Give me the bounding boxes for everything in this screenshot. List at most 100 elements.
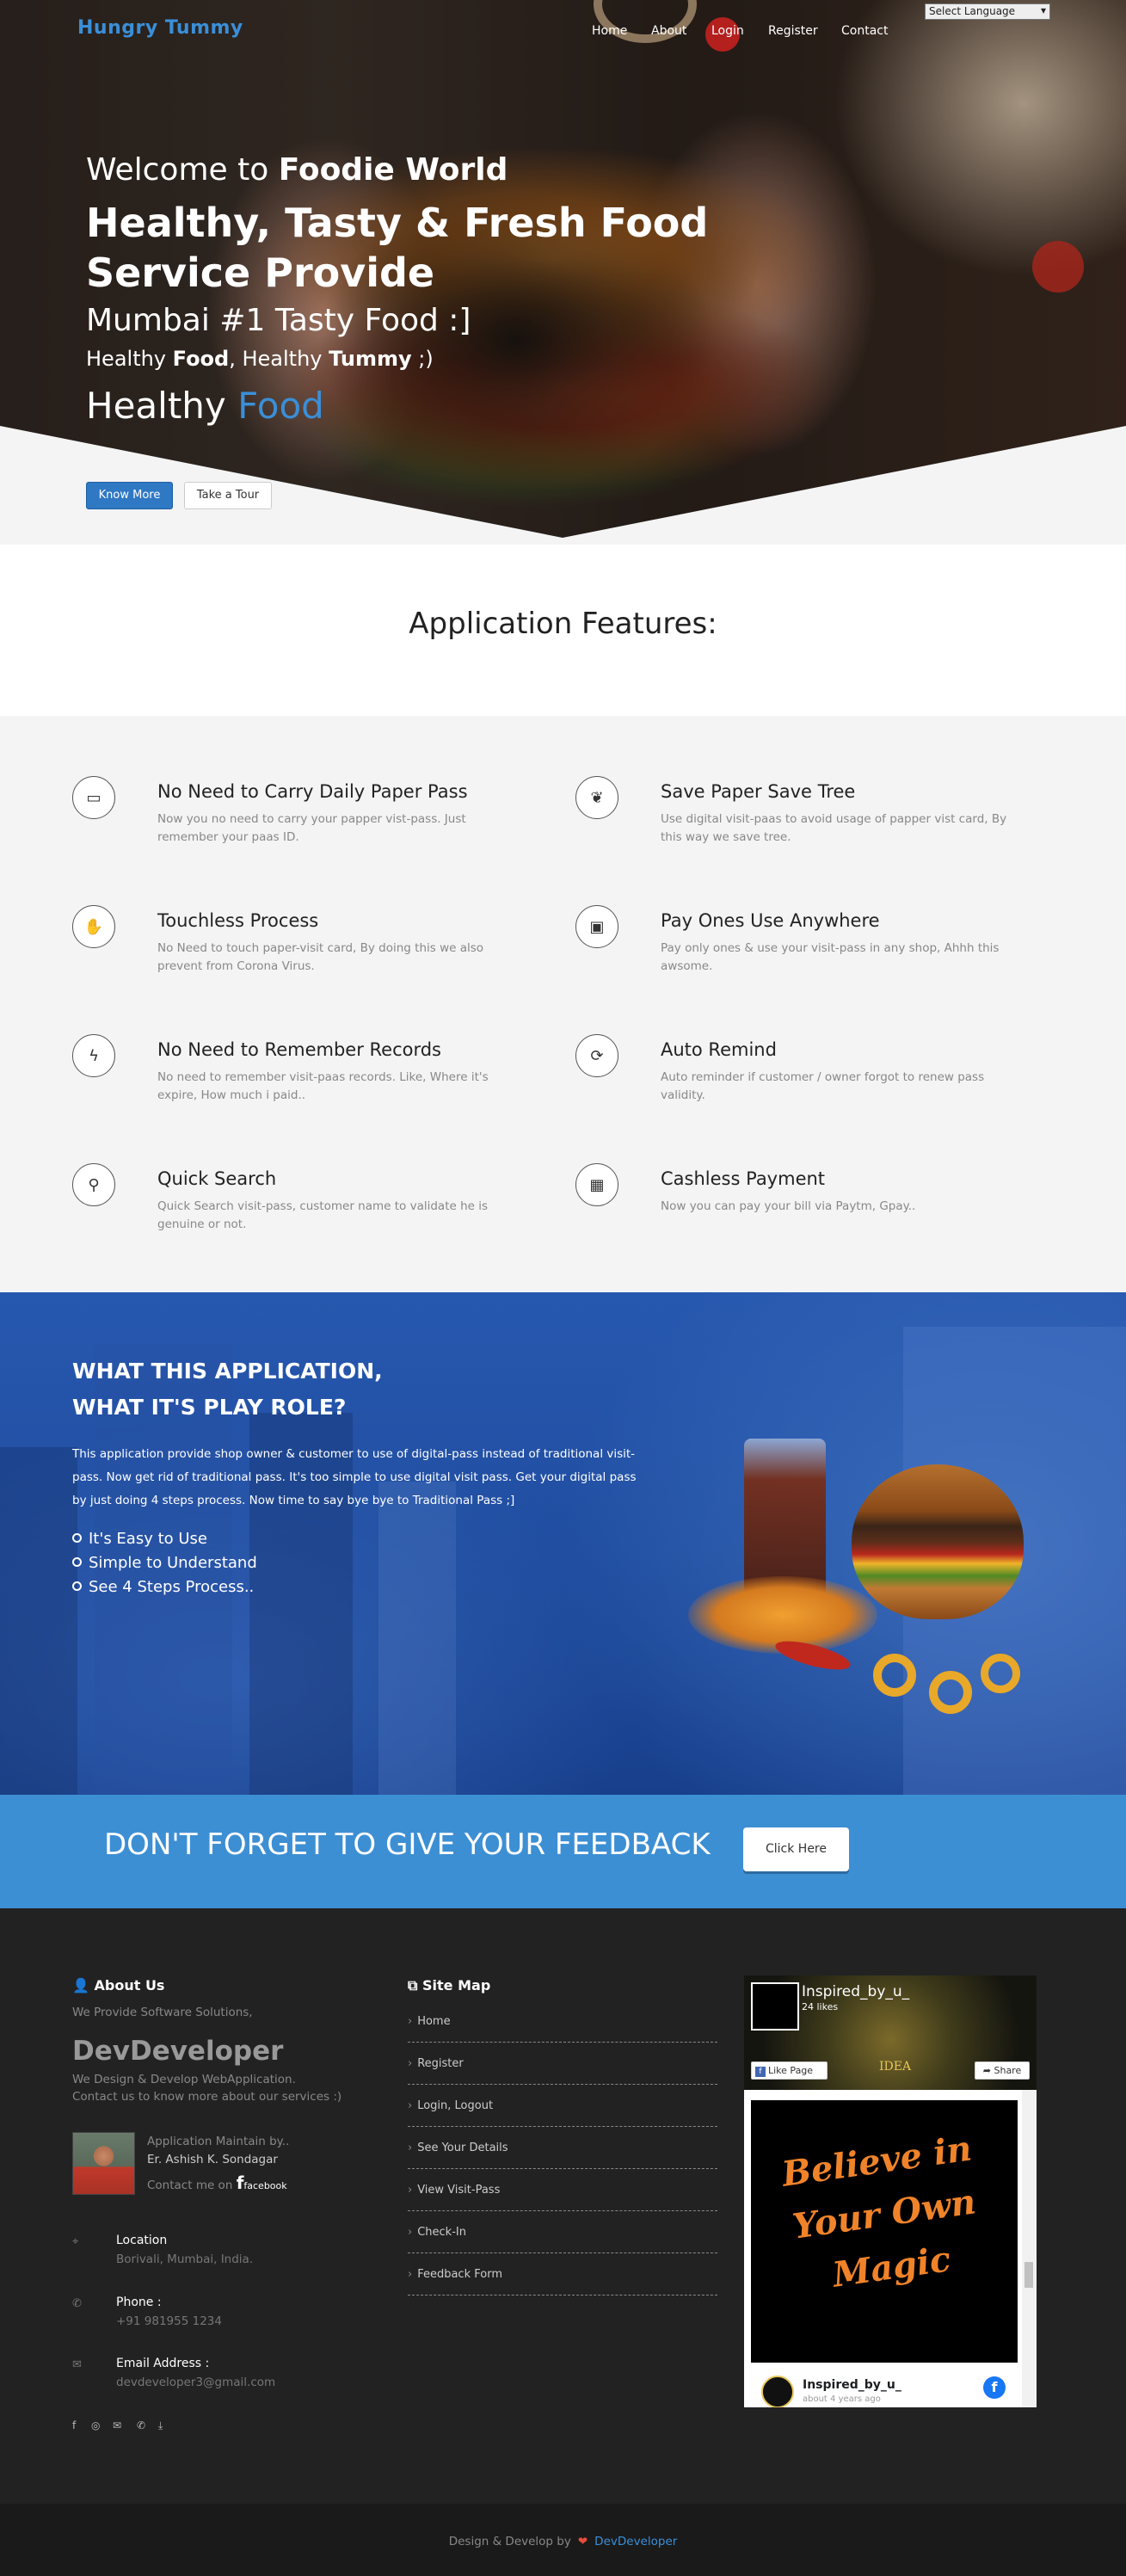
feature-item: ❦ Save Paper Save Tree Use digital visit… xyxy=(575,776,1040,871)
fb-page-name[interactable]: Inspired_by_u_ xyxy=(802,1983,909,2000)
feature-item: ⚲ Quick Search Quick Search visit-pass, … xyxy=(72,1163,537,1258)
fb-post-time: about 4 years ago xyxy=(803,2394,881,2404)
feature-item: ▭ No Need to Carry Daily Paper Pass Now … xyxy=(72,776,537,871)
hand-icon: ✋ xyxy=(72,905,115,948)
know-more-button[interactable]: Know More xyxy=(86,482,173,509)
copyright: Design & Develop by ❤ DevDeveloper xyxy=(448,2535,678,2548)
feature-title: Pay Ones Use Anywhere xyxy=(661,910,880,931)
search-icon: ⚲ xyxy=(72,1163,115,1206)
about-app-point: It's Easy to Use xyxy=(72,1530,207,1548)
contact-me: Contact me on ffacebook xyxy=(147,2172,287,2193)
chevron-right-icon: › xyxy=(408,2057,413,2070)
id-card-icon: ▭ xyxy=(72,776,115,819)
sitemap-link-login[interactable]: › Login, Logout xyxy=(408,2085,717,2127)
location-value: Borivali, Mumbai, India. xyxy=(116,2252,254,2266)
fb-like-page-button[interactable]: f Like Page xyxy=(751,2061,828,2080)
sitemap-link-feedback[interactable]: › Feedback Form xyxy=(408,2253,717,2296)
feature-title: No Need to Carry Daily Paper Pass xyxy=(157,781,468,802)
nav-about[interactable]: About xyxy=(651,24,686,38)
feature-item: ϟ No Need to Remember Records No need to… xyxy=(72,1034,537,1129)
chevron-right-icon: › xyxy=(408,2226,413,2239)
fb-share-button[interactable]: ➦ Share xyxy=(975,2061,1030,2080)
phone-label: Phone : xyxy=(116,2296,162,2309)
fb-post-avatar[interactable] xyxy=(761,2376,794,2407)
heart-icon: ❤ xyxy=(577,2535,588,2548)
phone-value: +91 981955 1234 xyxy=(116,2314,222,2328)
feature-item: ⟳ Auto Remind Auto reminder if customer … xyxy=(575,1034,1040,1129)
sitemap-link-visit-pass[interactable]: › View Visit-Pass xyxy=(408,2169,717,2211)
feature-desc: Pay only ones & use your visit-pass in a… xyxy=(661,941,1000,973)
facebook-link[interactable]: facebook xyxy=(243,2180,286,2191)
money-icon: ▣ xyxy=(575,905,618,948)
copyright-brand-link[interactable]: DevDeveloper xyxy=(594,2535,677,2548)
sitemap-link-register[interactable]: › Register xyxy=(408,2043,717,2085)
fb-post-image[interactable]: Believe in Your Own Magic xyxy=(751,2100,1018,2363)
feature-item: ▣ Pay Ones Use Anywhere Pay only ones & … xyxy=(575,905,1040,1000)
share-icon: ➦ xyxy=(982,2065,991,2076)
feature-desc: Use digital visit-paas to avoid usage of… xyxy=(661,812,1007,844)
chevron-right-icon: › xyxy=(408,2142,413,2154)
sitemap-icon: ⧉ xyxy=(408,1977,418,1994)
feature-desc: Now you no need to carry your papper vis… xyxy=(157,812,466,844)
whatsapp-icon[interactable]: ✆ xyxy=(137,2419,145,2431)
fb-post-text: Believe in Your Own Magic xyxy=(779,2128,979,2296)
about-app-point: Simple to Understand xyxy=(72,1554,257,1572)
mail-icon[interactable]: ✉ xyxy=(113,2419,121,2431)
hero-subline: Mumbai #1 Tasty Food :] xyxy=(86,303,471,338)
feedback-text: DON'T FORGET TO GIVE YOUR FEEDBACK xyxy=(104,1827,711,1862)
feature-title: Auto Remind xyxy=(661,1039,777,1060)
nav-home[interactable]: Home xyxy=(592,24,627,38)
about-app-point: See 4 Steps Process.. xyxy=(72,1578,254,1596)
about-us-heading: 👤 About Us xyxy=(72,1977,165,1994)
fb-widget-scrollbar[interactable] xyxy=(1022,2090,1037,2407)
facebook-icon: f xyxy=(755,2067,766,2077)
scroll-thumb[interactable] xyxy=(1024,2262,1033,2288)
chevron-right-icon: › xyxy=(408,2268,413,2281)
email-icon: ✉ xyxy=(72,2358,82,2371)
avatar xyxy=(72,2132,135,2195)
feature-desc: Now you can pay your bill via Paytm, Gpa… xyxy=(661,1199,916,1213)
feature-title: Touchless Process xyxy=(157,910,319,931)
language-select[interactable]: Select Language xyxy=(925,3,1050,20)
feature-desc: Auto reminder if customer / owner forgot… xyxy=(661,1070,985,1102)
facebook-icon[interactable]: f xyxy=(983,2376,1006,2399)
fb-post-author[interactable]: Inspired_by_u_ xyxy=(803,2378,901,2392)
user-icon: 👤 xyxy=(72,1977,89,1994)
email-value: devdeveloper3@gmail.com xyxy=(116,2376,276,2389)
feature-desc: No Need to touch paper-visit card, By do… xyxy=(157,941,484,973)
maintain-label: Application Maintain by.. xyxy=(147,2135,290,2148)
feature-item: ✋ Touchless Process No Need to touch pap… xyxy=(72,905,537,1000)
hero-welcome: Welcome to Foodie World xyxy=(86,152,508,188)
circle-icon xyxy=(72,1557,82,1567)
feature-desc: Quick Search visit-pass, customer name t… xyxy=(157,1199,489,1231)
sitemap-link-home[interactable]: › Home xyxy=(408,2000,717,2043)
circle-icon xyxy=(72,1581,82,1591)
about-app-heading: WHAT THIS APPLICATION, WHAT IT'S PLAY ROL… xyxy=(72,1359,383,1420)
sitemap-link-check-in[interactable]: › Check-In xyxy=(408,2211,717,2253)
fb-page-logo[interactable] xyxy=(751,1982,799,2031)
location-label: Location xyxy=(116,2234,168,2247)
feature-title: Quick Search xyxy=(157,1168,277,1189)
refresh-icon: ⟳ xyxy=(575,1034,618,1077)
sitemap-link-details[interactable]: › See Your Details xyxy=(408,2127,717,2169)
email-label: Email Address : xyxy=(116,2357,210,2370)
facebook-page-widget[interactable]: Inspired_by_u_ 24 likes IDEA f Like Page … xyxy=(744,1975,1037,2407)
feedback-click-button[interactable]: Click Here xyxy=(743,1827,849,1871)
feature-desc: No need to remember visit-paas records. … xyxy=(157,1070,489,1102)
footer-brand: DevDeveloper xyxy=(72,2036,284,2067)
about-app-paragraph: This application provide shop owner & cu… xyxy=(72,1447,637,1507)
instagram-icon[interactable]: ◎ xyxy=(91,2419,100,2431)
about-line-1: We Design & Develop WebApplication. xyxy=(72,2073,296,2086)
nav-register[interactable]: Register xyxy=(768,24,818,38)
brand-logo[interactable]: Hungry Tummy xyxy=(77,17,243,39)
hero-typed-text: Healthy Food xyxy=(86,385,324,427)
take-tour-button[interactable]: Take a Tour xyxy=(184,482,272,509)
feature-title: Cashless Payment xyxy=(661,1168,826,1189)
bolt-icon: ϟ xyxy=(72,1034,115,1077)
download-icon[interactable]: ⤓ xyxy=(158,2419,163,2432)
chevron-right-icon: › xyxy=(408,2099,413,2112)
nav-login[interactable]: Login xyxy=(711,24,744,38)
facebook-social-icon[interactable]: f xyxy=(72,2419,76,2431)
fb-page-likes: 24 likes xyxy=(802,2001,839,2012)
nav-contact[interactable]: Contact xyxy=(841,24,888,38)
